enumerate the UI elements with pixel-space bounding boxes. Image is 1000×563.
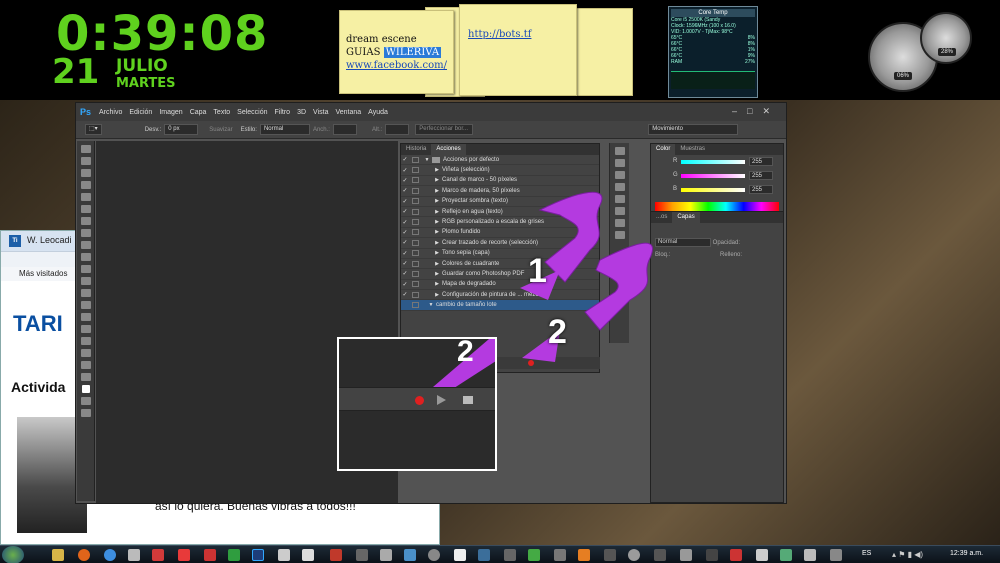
app-icon[interactable] bbox=[356, 549, 368, 561]
arrow-1-icon bbox=[538, 191, 603, 283]
app-icon[interactable] bbox=[804, 549, 816, 561]
language-indicator[interactable]: ES bbox=[862, 550, 871, 557]
app-icon[interactable] bbox=[654, 549, 666, 561]
record-icon bbox=[415, 396, 424, 405]
tray-icons[interactable]: ▴ ⚑ ▮ ◀) bbox=[892, 550, 923, 559]
annotation-number-1: 1 bbox=[528, 252, 547, 290]
app-icon[interactable] bbox=[204, 549, 216, 561]
taskbar: ES ▴ ⚑ ▮ ◀) 12:39 a.m. bbox=[0, 545, 1000, 563]
app-icon[interactable] bbox=[628, 549, 640, 561]
app-icon[interactable] bbox=[528, 549, 540, 561]
explorer-icon[interactable] bbox=[52, 549, 64, 561]
app-icon[interactable] bbox=[730, 549, 742, 561]
app-icon[interactable] bbox=[330, 549, 342, 561]
app-icon[interactable] bbox=[604, 549, 616, 561]
app-icon[interactable] bbox=[128, 549, 140, 561]
app-icon[interactable] bbox=[228, 549, 240, 561]
app-icon[interactable] bbox=[454, 549, 466, 561]
app-icon[interactable] bbox=[278, 549, 290, 561]
folder-icon bbox=[463, 396, 473, 404]
app-icon[interactable] bbox=[830, 549, 842, 561]
firefox-icon[interactable] bbox=[78, 549, 90, 561]
app-icon[interactable] bbox=[780, 549, 792, 561]
annotation-number-2: 2 bbox=[548, 313, 567, 351]
app-icon[interactable] bbox=[404, 549, 416, 561]
steam-icon[interactable] bbox=[478, 549, 490, 561]
annotation-arrows bbox=[520, 191, 653, 362]
app-icon[interactable] bbox=[504, 549, 516, 561]
app-icon[interactable] bbox=[706, 549, 718, 561]
arrow-2-icon bbox=[584, 242, 653, 331]
play-icon bbox=[437, 395, 446, 405]
zoom-annotation-number: 2 bbox=[457, 337, 474, 368]
photoshop-task-icon[interactable] bbox=[252, 549, 264, 561]
app-icon[interactable] bbox=[152, 549, 164, 561]
chrome-icon[interactable] bbox=[104, 549, 116, 561]
vlc-icon[interactable] bbox=[578, 549, 590, 561]
app-icon[interactable] bbox=[178, 549, 190, 561]
start-button-icon[interactable] bbox=[2, 546, 24, 563]
app-icon[interactable] bbox=[380, 549, 392, 561]
app-icon[interactable] bbox=[680, 549, 692, 561]
app-icon[interactable] bbox=[302, 549, 314, 561]
app-icon[interactable] bbox=[428, 549, 440, 561]
app-icon[interactable] bbox=[756, 549, 768, 561]
zoom-inset: 2 bbox=[337, 337, 497, 471]
app-icon[interactable] bbox=[554, 549, 566, 561]
system-clock[interactable]: 12:39 a.m. bbox=[950, 550, 983, 557]
